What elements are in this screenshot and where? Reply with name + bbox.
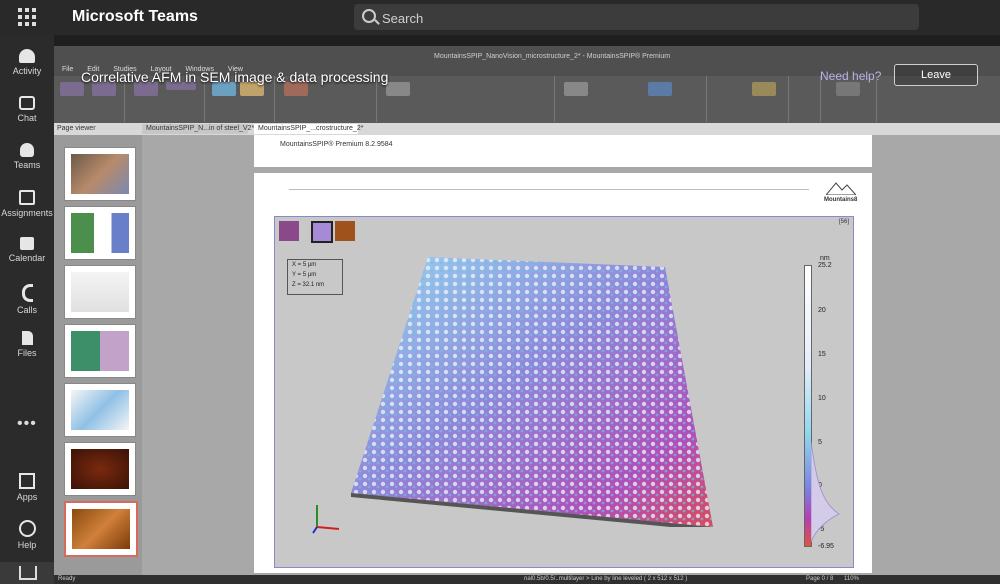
page-viewer-label: Page viewer (57, 125, 96, 132)
backpack-icon (19, 190, 35, 205)
predefined-views-button[interactable] (752, 82, 776, 96)
status-bar: Ready nal0.5b/0.5/..multilayer > Line by… (54, 575, 1000, 584)
rail-item-calls[interactable]: Calls (0, 276, 54, 322)
chat-icon (19, 96, 35, 110)
rendering-button[interactable] (386, 82, 410, 96)
axis-settings-button[interactable] (564, 82, 588, 96)
page-divider (289, 189, 809, 190)
scale-tick: 20 (818, 307, 826, 314)
frame-number: [56] (838, 219, 849, 225)
page-thumbnail[interactable] (64, 147, 136, 201)
scale-tick: 25.2 (818, 262, 832, 269)
select-parameters-button[interactable] (836, 82, 860, 96)
tab-microstructure[interactable]: MountainsSPIP_...crostructure_2* (254, 124, 363, 134)
search-box[interactable] (354, 4, 919, 30)
status-page: Page 0 / 8 (806, 576, 834, 582)
layer-thumbnail[interactable] (335, 221, 355, 241)
axis-gizmo-icon (312, 505, 340, 534)
page-thumbnail[interactable] (64, 206, 136, 260)
status-ready: Ready (58, 576, 76, 582)
layer-chip-icon[interactable] (279, 221, 299, 241)
group-angles (708, 76, 789, 122)
version-text: MountainsSPIP® Premium 8.2.9584 (280, 141, 393, 148)
rail-item-files[interactable]: Files (0, 323, 54, 369)
more-apps-icon[interactable]: ••• (17, 415, 37, 433)
status-layer: nal0.5b/0.5/..multilayer > Line by line … (524, 576, 688, 582)
file-icon (21, 331, 33, 345)
phone-icon (21, 284, 33, 302)
tab-steel[interactable]: MountainsSPIP_N...in of steel_V2* (142, 124, 254, 134)
3d-view-frame[interactable]: [56] X = 5 µm Y = 5 µm Z = 32.1 nm nm 25… (274, 216, 854, 568)
document-page: MountainsSPIP® Premium 8.2.9584 (254, 135, 872, 167)
title-bar: Microsoft Teams (0, 0, 1000, 35)
page-thumbnail[interactable] (64, 383, 136, 437)
calendar-icon (20, 237, 34, 250)
surface-texture (351, 257, 713, 527)
search-input[interactable] (380, 7, 904, 29)
rail-item-calendar[interactable]: Calendar (0, 229, 54, 275)
document-area: MountainsSPIP® Premium 8.2.9584 Mountain… (142, 135, 1000, 575)
app-launcher-icon[interactable] (18, 8, 36, 26)
mountains-logo-icon (824, 182, 857, 196)
page-thumbnail[interactable] (64, 442, 136, 496)
help-icon (18, 520, 36, 537)
layer-thumbnail[interactable] (311, 221, 333, 243)
scale-tick: 10 (818, 395, 826, 402)
document-page: Mountains8 [56] X = 5 µm Y = 5 µm Z = 32… (254, 173, 872, 573)
group-axis-settings (556, 76, 707, 122)
height-histogram (811, 442, 840, 542)
scale-tick: 15 (818, 351, 826, 358)
meeting-title: Correlative AFM in SEM image & data proc… (81, 69, 389, 85)
rail-item-apps[interactable]: Apps (0, 465, 54, 511)
rail-item-teams[interactable]: Teams (0, 135, 54, 181)
page-viewer (54, 135, 142, 575)
need-help-link[interactable]: Need help? (820, 69, 881, 83)
app-title: Microsoft Teams (72, 8, 198, 25)
teams-icon (20, 143, 34, 157)
leave-button[interactable]: Leave (894, 64, 978, 86)
rail-item-assignments[interactable]: Assignments (0, 182, 54, 228)
search-icon (362, 9, 376, 23)
download-icon[interactable] (0, 562, 54, 584)
page-thumbnail[interactable] (64, 265, 136, 319)
scale-tick: -6.95 (818, 543, 834, 550)
shared-window-title: MountainsSPIP_NanoVision_microstructure_… (434, 53, 671, 60)
group-animation (790, 76, 821, 122)
group-rendering (378, 76, 555, 122)
document-tabs: Page viewer MountainsSPIP_N...in of stee… (54, 123, 1000, 135)
shared-screen: MountainsSPIP_NanoVision_microstructure_… (54, 46, 1000, 584)
scale-unit: nm (820, 255, 830, 262)
bell-icon (19, 49, 35, 63)
rail-item-chat[interactable]: Chat (0, 88, 54, 134)
menu-file[interactable]: File (62, 66, 73, 73)
page-thumbnail[interactable] (64, 501, 138, 557)
afm-3d-surface (351, 257, 713, 527)
app-rail: Activity Chat Teams Assignments Calendar… (0, 35, 54, 584)
mountains-logo: Mountains8 (824, 181, 857, 203)
amplification-button[interactable] (648, 82, 672, 96)
rail-item-activity[interactable]: Activity (0, 41, 54, 87)
apps-icon (19, 473, 35, 489)
page-thumbnail[interactable] (64, 324, 136, 378)
rail-item-help[interactable]: Help (0, 512, 54, 558)
status-zoom[interactable]: 110% (844, 576, 859, 582)
